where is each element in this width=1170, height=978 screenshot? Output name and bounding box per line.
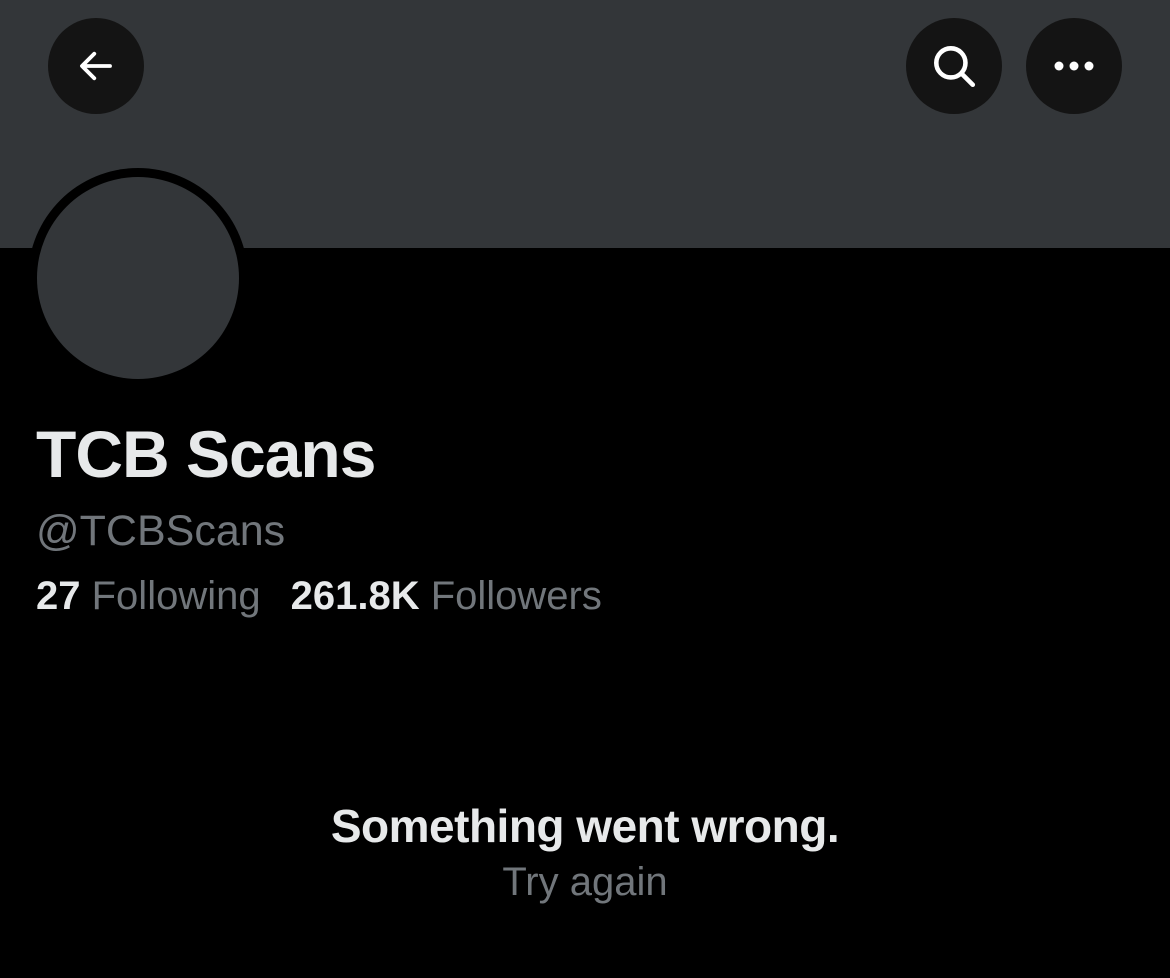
search-button[interactable] — [906, 18, 1002, 114]
followers-count: 261.8K — [290, 574, 420, 618]
following-count: 27 — [36, 574, 81, 618]
avatar-container[interactable] — [28, 168, 248, 388]
error-message: Something went wrong. Try again — [0, 796, 1170, 908]
avatar[interactable] — [37, 177, 239, 379]
more-horizontal-icon — [1054, 61, 1094, 71]
profile-stats: 27 Following 261.8K Followers — [36, 570, 602, 622]
followers-label: Followers — [430, 574, 602, 618]
search-icon — [934, 46, 976, 88]
following-link[interactable]: 27 Following — [36, 570, 261, 622]
arrow-left-icon — [80, 51, 112, 81]
user-handle: @TCBScans — [36, 507, 286, 555]
error-title: Something went wrong. — [330, 800, 840, 852]
profile-page: TCB Scans @TCBScans 27 Following 261.8K … — [0, 0, 1170, 978]
following-label: Following — [91, 574, 261, 618]
try-again-button[interactable]: Try again — [502, 856, 667, 908]
more-options-button[interactable] — [1026, 18, 1122, 114]
followers-link[interactable]: 261.8K Followers — [291, 570, 602, 622]
back-button[interactable] — [48, 18, 144, 114]
display-name: TCB Scans — [36, 417, 376, 491]
